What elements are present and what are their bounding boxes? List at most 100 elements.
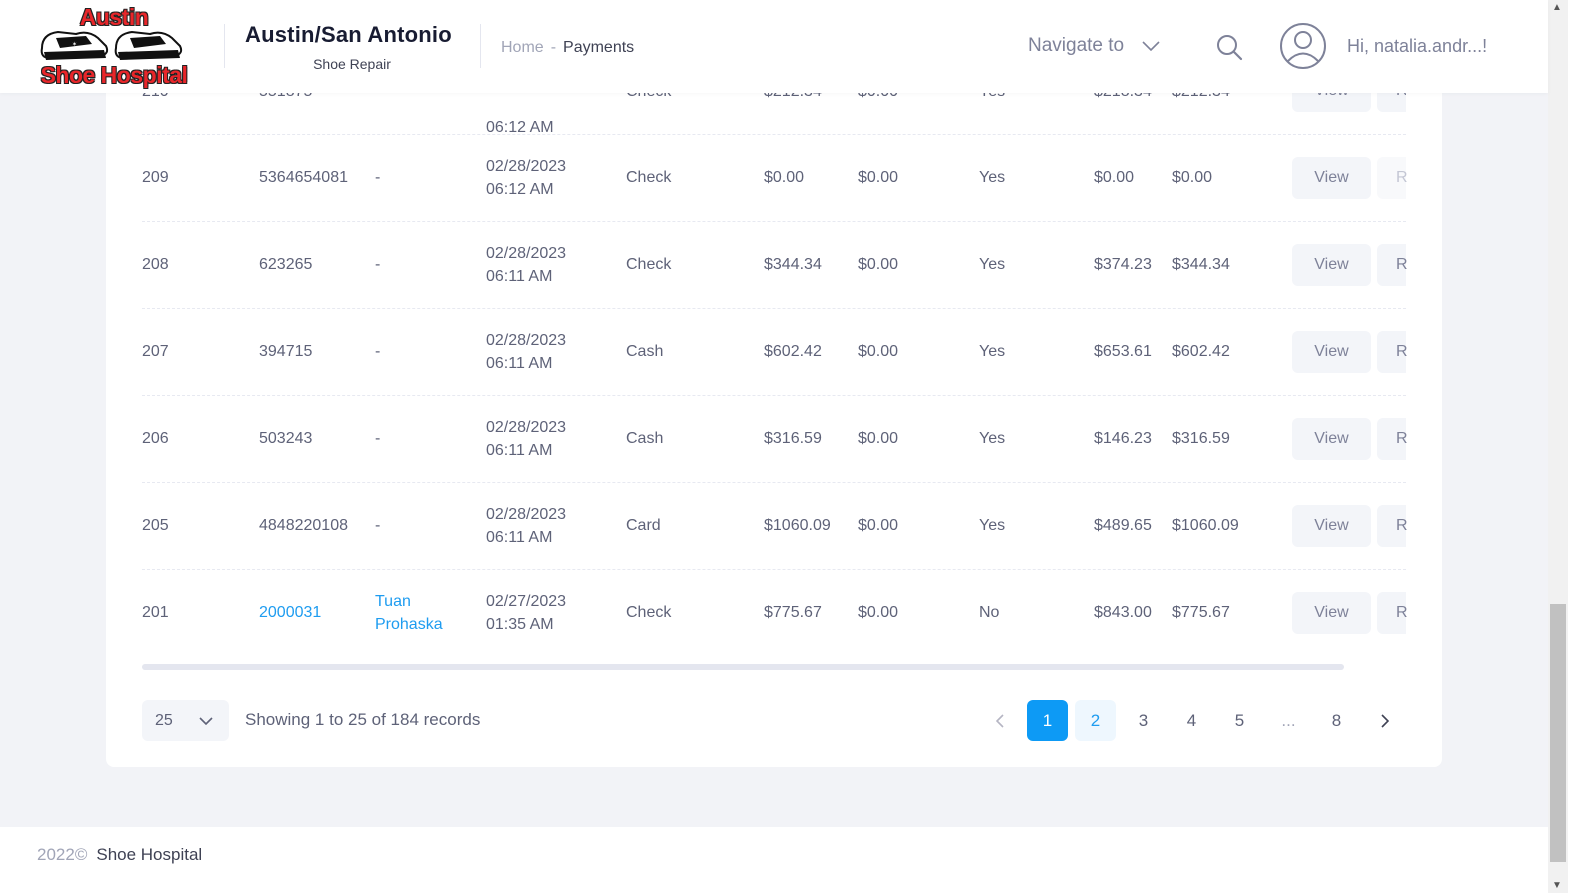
view-button[interactable]: View [1292, 592, 1371, 634]
page-footer [0, 827, 1548, 893]
svg-text:✶: ✶ [72, 41, 77, 48]
cell-time: 06:11 AM [486, 268, 553, 285]
cell-id: 206 [142, 430, 169, 447]
cell-tip: $0.00 [858, 517, 899, 534]
r-button[interactable]: R [1377, 592, 1408, 634]
breadcrumb-separator: - [550, 39, 557, 56]
cell-amount: $0.00 [764, 169, 805, 186]
chevron-down-icon [1142, 41, 1160, 51]
cell-customer: - [375, 430, 381, 447]
cell-flag: Yes [979, 517, 1006, 534]
store-subtitle: Shoe Repair [313, 56, 391, 72]
navigate-to-dropdown[interactable]: Navigate to [1028, 35, 1160, 57]
cell-method: Cash [626, 343, 664, 360]
page-button-3[interactable]: 3 [1123, 700, 1164, 741]
view-button[interactable]: View [1292, 244, 1371, 286]
cell-paid: $344.34 [1172, 256, 1230, 273]
cell-method: Card [626, 517, 661, 534]
cell-method: Cash [626, 430, 664, 447]
table-row: 201 2000031 Tuan Prohaska 02/27/2023 01:… [142, 570, 1408, 657]
cell-id: 207 [142, 343, 169, 360]
cell-number: 5364654081 [259, 169, 348, 186]
scroll-down-arrow-icon[interactable]: ▼ [1552, 880, 1562, 891]
cell-date: 02/28/2023 [486, 506, 567, 523]
table-horizontal-scrollbar[interactable] [142, 664, 1344, 670]
breadcrumb-current: Payments [563, 39, 635, 56]
cell-number: 623265 [259, 256, 313, 273]
cell-method: Check [626, 604, 672, 621]
view-button[interactable]: View [1292, 331, 1371, 373]
cell-flag: Yes [979, 256, 1006, 273]
cell-customer: - [375, 169, 381, 186]
cell-paid: $316.59 [1172, 430, 1230, 447]
table-row: 207 394715 - 02/28/2023 06:11 AM Cash $6… [142, 309, 1408, 396]
cell-tip: $0.00 [858, 343, 899, 360]
order-number-link[interactable]: 2000031 [259, 601, 321, 624]
copyright: 2022© Shoe Hospital [37, 845, 202, 865]
table-row: 209 5364654081 - 02/28/2023 06:12 AM Che… [142, 135, 1408, 222]
cell-flag: Yes [979, 169, 1006, 186]
r-button[interactable]: R [1377, 244, 1408, 286]
cell-time: 06:11 AM [486, 442, 553, 459]
cell-id: 209 [142, 169, 169, 186]
prev-page-button[interactable] [979, 700, 1020, 741]
copyright-name[interactable]: Shoe Hospital [96, 845, 202, 865]
cell-number: 4848220108 [259, 517, 348, 534]
scroll-up-arrow-icon[interactable]: ▲ [1552, 2, 1562, 13]
header-divider [480, 24, 481, 68]
customer-link[interactable]: Tuan [375, 590, 411, 613]
view-button[interactable]: View [1292, 418, 1371, 460]
cell-amount: $316.59 [764, 430, 822, 447]
table-row: 208 623265 - 02/28/2023 06:11 AM Check $… [142, 222, 1408, 309]
page-button-8[interactable]: 8 [1316, 700, 1357, 741]
cell-paid: $602.42 [1172, 343, 1230, 360]
user-greeting[interactable]: Hi, natalia.andr...! [1347, 36, 1487, 57]
cell-id: 201 [142, 604, 169, 621]
cell-total: $489.65 [1094, 517, 1152, 534]
page-edge [1568, 0, 1584, 893]
cell-amount: $344.34 [764, 256, 822, 273]
user-avatar-icon[interactable] [1279, 22, 1327, 75]
brand-logo[interactable]: Austin ✶ Shoe Hospital [36, 4, 192, 90]
r-button[interactable]: R [1377, 157, 1408, 199]
r-button[interactable]: R [1377, 418, 1408, 460]
cell-flag: No [979, 604, 1000, 621]
cell-total: $0.00 [1094, 169, 1135, 186]
cell-id: 208 [142, 256, 169, 273]
header-divider [224, 24, 225, 68]
search-icon[interactable] [1215, 33, 1243, 66]
scrollbar-thumb[interactable] [1550, 604, 1566, 862]
table-row: 206 503243 - 02/28/2023 06:11 AM Cash $3… [142, 396, 1408, 483]
chevron-left-icon [995, 713, 1004, 728]
breadcrumb-home[interactable]: Home [501, 39, 544, 57]
r-button[interactable]: R [1377, 505, 1408, 547]
cell-customer: - [375, 517, 381, 534]
chevron-right-icon [1380, 713, 1389, 728]
cell-method: Check [626, 256, 672, 273]
shoes-logo-icon: ✶ [40, 30, 183, 60]
cell-time: 06:11 AM [486, 355, 553, 372]
next-page-button[interactable] [1364, 700, 1405, 741]
chevron-down-icon [199, 716, 213, 725]
cell-tip: $0.00 [858, 169, 899, 186]
view-button[interactable]: View [1292, 157, 1371, 199]
cell-date: 02/28/2023 [486, 158, 567, 175]
per-page-select[interactable]: 25 [142, 700, 229, 741]
cell-time: 06:12 AM [486, 119, 554, 135]
customer-link[interactable]: Prohaska [375, 613, 443, 636]
page-button-5[interactable]: 5 [1219, 700, 1260, 741]
cell-total: $653.61 [1094, 343, 1152, 360]
view-button[interactable]: View [1292, 505, 1371, 547]
cell-time: 06:11 AM [486, 529, 553, 546]
cell-amount: $775.67 [764, 604, 822, 621]
page-button-2[interactable]: 2 [1075, 700, 1116, 741]
cell-id: 205 [142, 517, 169, 534]
page-button-1[interactable]: 1 [1027, 700, 1068, 741]
cell-paid: $1060.09 [1172, 517, 1239, 534]
cell-total: $843.00 [1094, 604, 1152, 621]
cell-flag: Yes [979, 343, 1006, 360]
breadcrumb: Home - Payments [501, 39, 634, 57]
per-page-value: 25 [155, 711, 173, 729]
r-button[interactable]: R [1377, 331, 1408, 373]
page-button-4[interactable]: 4 [1171, 700, 1212, 741]
